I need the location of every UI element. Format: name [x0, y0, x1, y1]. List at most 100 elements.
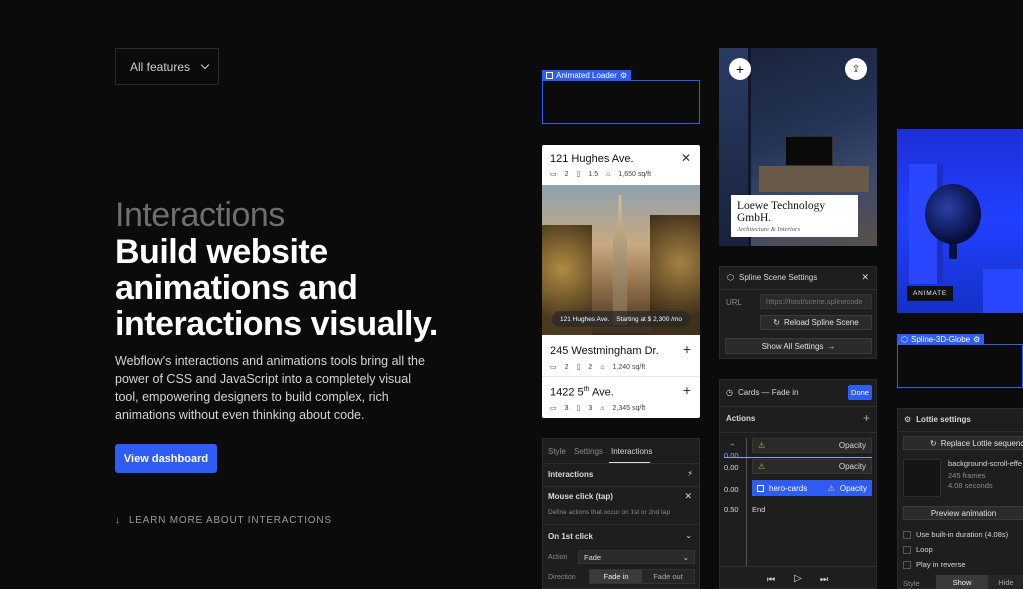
- lottie-frames: 245 frames: [948, 471, 986, 480]
- timeline-row[interactable]: ⚠ Opacity: [752, 438, 872, 453]
- option-label: Loop: [916, 545, 933, 554]
- plus-icon[interactable]: +: [683, 382, 691, 398]
- animate-button[interactable]: ANIMATE: [907, 286, 954, 301]
- use-duration-option[interactable]: Use built-in duration (4.08s): [903, 530, 1008, 539]
- chevron-down-icon: [200, 60, 210, 70]
- plus-icon[interactable]: +: [683, 341, 691, 357]
- tab-settings[interactable]: Settings: [574, 447, 603, 456]
- tree-crown: [925, 184, 981, 244]
- action-label: Action: [548, 554, 568, 561]
- show-all-label: Show All Settings: [761, 341, 824, 351]
- checkbox[interactable]: [903, 545, 911, 554]
- spline-globe-label: Spline-3D-Globe: [910, 335, 971, 344]
- cube-icon: ⬡: [901, 335, 908, 344]
- bolt-icon[interactable]: ⚡: [687, 469, 693, 478]
- listing-meta: ▭ 2 ▯ 1.5 ⌂ 1,650 sq/ft: [550, 170, 651, 179]
- share-icon[interactable]: ⇪: [845, 58, 867, 80]
- timeline-title: Cards — Fade in: [737, 388, 799, 397]
- element-icon: [757, 484, 764, 492]
- brand-card: Loewe Technology GmbH. Architecture & In…: [731, 195, 858, 237]
- learn-more-link[interactable]: ↓ LEARN MORE ABOUT INTERACTIONS: [115, 515, 332, 526]
- spline-settings-panel: ⬡ Spline Scene Settings ✕ URL https://ho…: [719, 266, 877, 359]
- skip-back-icon[interactable]: ⏮: [767, 574, 775, 585]
- row-time: 0.00: [724, 485, 739, 494]
- checkbox[interactable]: [903, 560, 911, 569]
- animated-loader-tag[interactable]: Animated Loader ⚙: [542, 70, 632, 81]
- divider: [720, 406, 876, 407]
- url-label: URL: [726, 298, 743, 307]
- list-item-title: 245 Westmingham Dr.: [550, 345, 659, 357]
- bath-icon: ▯: [576, 171, 581, 178]
- chevron-down-icon: ⌄: [682, 552, 689, 562]
- row-label: Opacity: [839, 483, 867, 493]
- animated-loader-frame[interactable]: [542, 80, 700, 124]
- checkbox[interactable]: [903, 530, 911, 539]
- show-option[interactable]: Show: [936, 575, 988, 589]
- timeline-row[interactable]: ⚠ Opacity: [752, 459, 872, 474]
- sqft: 2,345 sq/ft: [612, 404, 646, 412]
- reload-scene-button[interactable]: ↻ Reload Spline Scene: [760, 315, 872, 330]
- spline-globe-frame[interactable]: [897, 344, 1023, 388]
- home-icon: ⌂: [600, 363, 605, 371]
- loop-option[interactable]: Loop: [903, 545, 933, 554]
- replace-lottie-button[interactable]: ↻ Replace Lottie sequence: [903, 436, 1023, 450]
- timeline-row-selected[interactable]: hero-cards ⚠ Opacity: [752, 480, 872, 496]
- room-image: + ⇪ Loewe Technology GmbH. Architecture …: [719, 48, 877, 246]
- list-item[interactable]: 245 Westmingham Dr. + ▭ 2 ▯ 2 ⌂ 1,240 sq/ft: [542, 335, 700, 377]
- spline-panel-title: Spline Scene Settings: [738, 273, 818, 282]
- playhead[interactable]: [724, 457, 872, 458]
- easing-icon: ⌁: [730, 440, 735, 449]
- done-button[interactable]: Done: [848, 385, 872, 400]
- timeline-header: ◷ Cards — Fade in: [726, 388, 798, 397]
- url-input[interactable]: https://host/scene.splinecode: [760, 294, 872, 309]
- plus-icon[interactable]: +: [863, 411, 870, 425]
- preview-animation-button[interactable]: Preview animation: [903, 506, 1023, 520]
- hero-headline: Build website animations and interaction…: [115, 234, 515, 342]
- bed-icon: ▭: [550, 405, 557, 412]
- close-icon[interactable]: ✕: [861, 272, 869, 283]
- fade-out-option[interactable]: Fade out: [642, 570, 694, 583]
- brand-subtitle: Architecture & Interiors: [737, 226, 801, 233]
- action-select[interactable]: Fade ⌄: [578, 550, 695, 564]
- trigger-description: Define actions that occur on 1st or 2nd …: [548, 509, 671, 516]
- lottie-title: Lottie settings: [916, 415, 971, 424]
- spline-globe-tag[interactable]: ⬡ Spline-3D-Globe ⚙: [897, 334, 985, 345]
- play-icon[interactable]: ▷: [794, 573, 802, 584]
- fade-in-option[interactable]: Fade in: [590, 570, 642, 583]
- warning-icon: ⚠: [827, 483, 835, 493]
- plus-icon[interactable]: +: [729, 58, 751, 80]
- spline-panel-header: ⬡ Spline Scene Settings: [727, 273, 817, 282]
- show-all-settings-button[interactable]: Show All Settings →: [725, 338, 872, 354]
- hero-description: Webflow's interactions and animations to…: [115, 354, 425, 422]
- chevron-down-icon[interactable]: ⌄: [685, 531, 692, 540]
- baths-count: 2: [588, 363, 593, 371]
- listing-photo: 121 Hughes Ave. Starting at $ 2,300 /mo: [542, 185, 700, 335]
- lottie-header: ⚙ Lottie settings: [904, 415, 971, 424]
- tab-style[interactable]: Style: [548, 447, 566, 456]
- refresh-icon: ↻: [773, 318, 780, 327]
- reverse-option[interactable]: Play in reverse: [903, 560, 966, 569]
- warning-icon: ⚠: [758, 462, 766, 471]
- close-icon[interactable]: ✕: [684, 491, 692, 502]
- headline-line: Build website: [115, 233, 328, 271]
- brand-name: Loewe Technology GmbH.: [737, 200, 826, 224]
- listing-card: 121 Hughes Ave. ✕ ▭ 2 ▯ 1.5 ⌂ 1,650 sq/ft 1…: [542, 145, 700, 418]
- view-dashboard-button[interactable]: View dashboard: [115, 444, 217, 473]
- tower-image: [612, 195, 628, 325]
- gear-icon: ⚙: [619, 71, 628, 80]
- features-dropdown[interactable]: All features: [115, 48, 219, 85]
- row-time: 0.00: [724, 463, 739, 472]
- gear-icon: ⚙: [973, 335, 981, 344]
- learn-more-label: LEARN MORE ABOUT INTERACTIONS: [128, 515, 332, 526]
- home-icon: ⌂: [606, 170, 611, 178]
- row-time: 0.50: [724, 505, 739, 514]
- tab-interactions[interactable]: Interactions: [611, 447, 652, 456]
- action-value: Fade: [584, 552, 602, 562]
- close-icon[interactable]: ✕: [681, 151, 691, 165]
- skip-forward-icon[interactable]: ⏭: [820, 574, 828, 585]
- hide-option[interactable]: Hide: [988, 575, 1023, 589]
- sqft: 1,240 sq/ft: [612, 363, 646, 371]
- direction-label: Direction: [548, 574, 576, 581]
- list-item[interactable]: 1422 5th Ave. + ▭ 3 ▯ 3 ⌂ 2,345 sq/ft: [542, 377, 700, 418]
- divider: [543, 486, 699, 487]
